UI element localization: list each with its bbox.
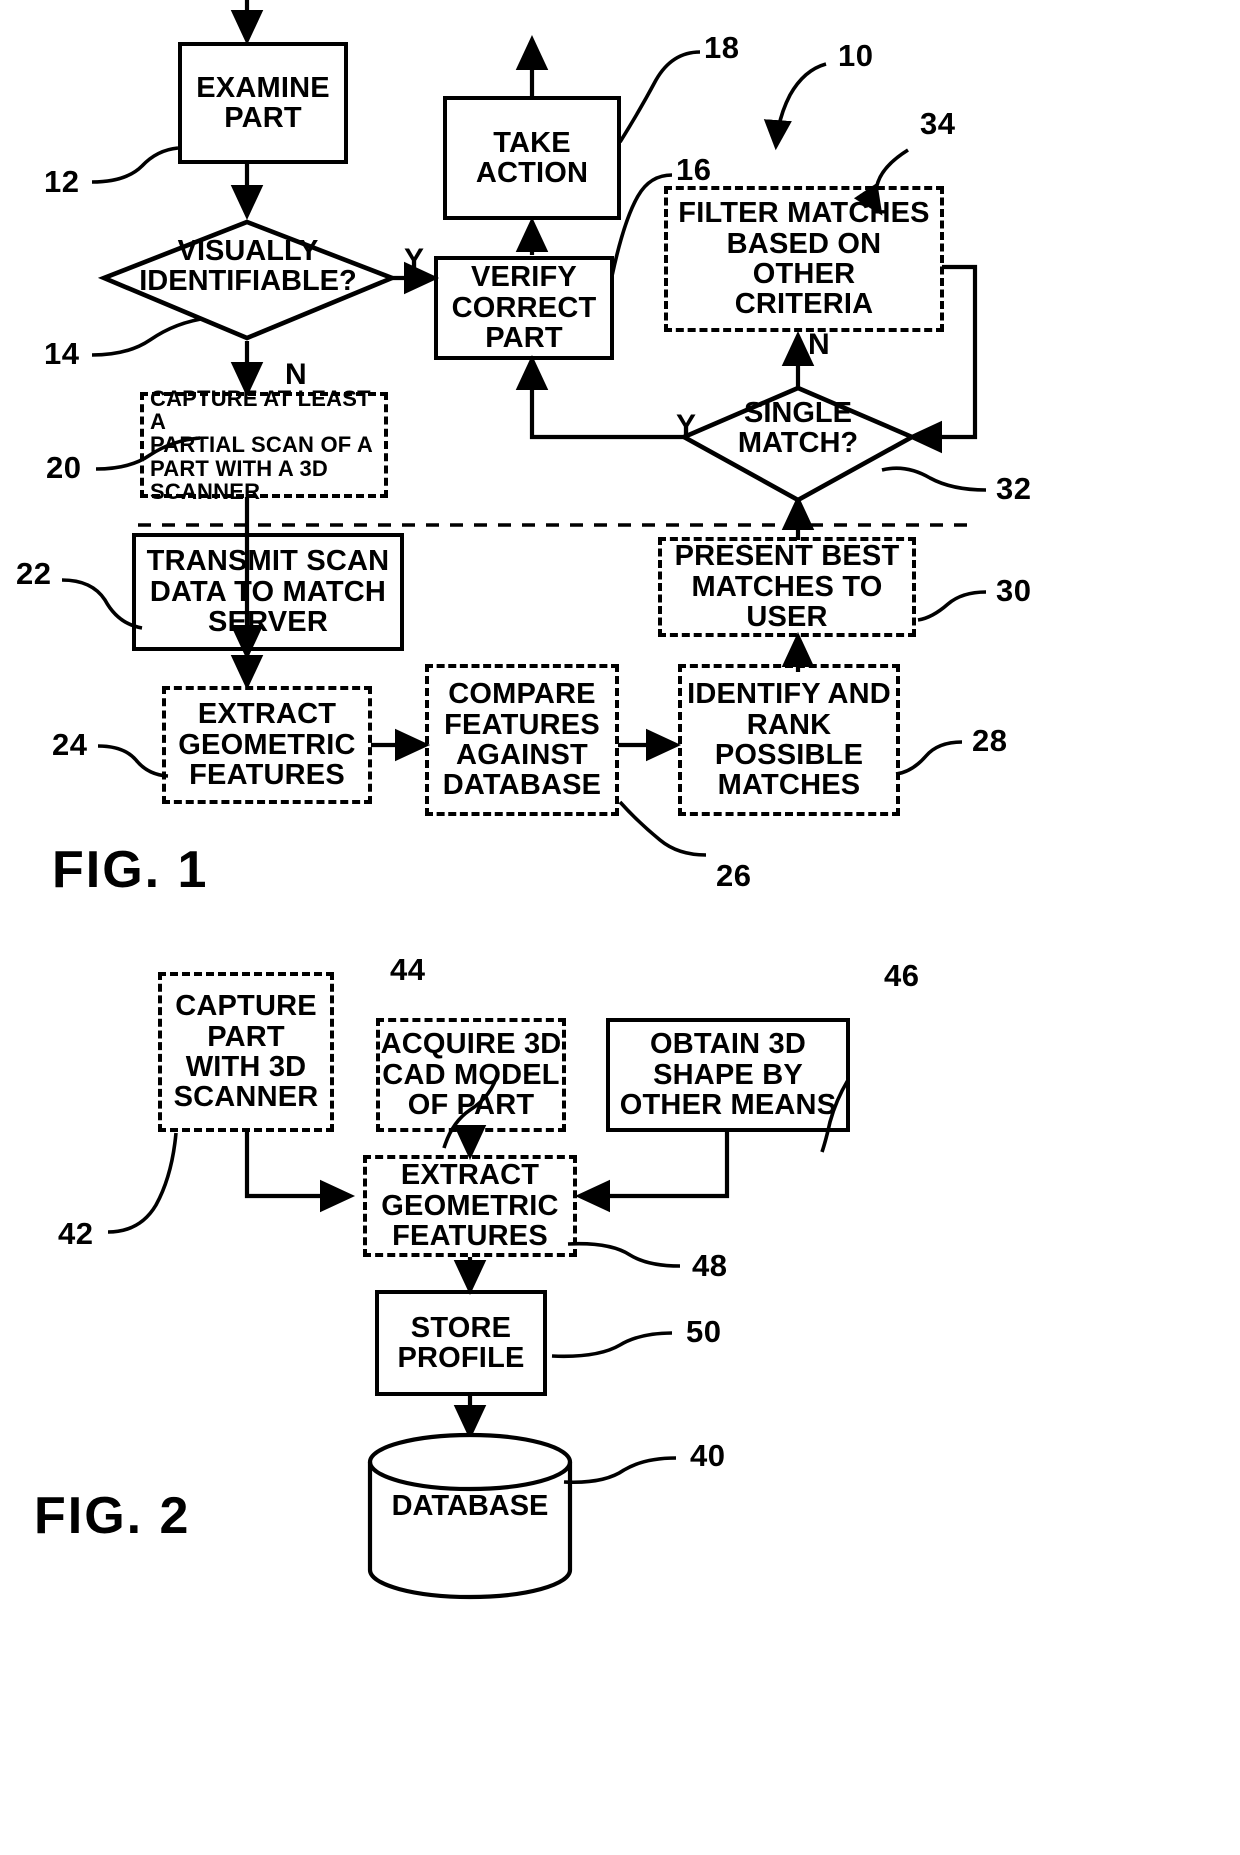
- ref-46: 46: [884, 958, 920, 993]
- node-identify-and-rank-label: IDENTIFY AND RANK POSSIBLE MATCHES: [687, 678, 891, 802]
- node-take-action-label: TAKE ACTION: [475, 126, 589, 189]
- node-capture-partial-scan[interactable]: CAPTURE AT LEAST A PARTIAL SCAN OF A PART …: [140, 387, 388, 503]
- patent-drawing-sheet: EXAMINE PART VISUALLY IDENTIFIABLE? VERIFY…: [0, 0, 1240, 1855]
- leader-50: [551, 1331, 673, 1359]
- leader-28: [895, 740, 963, 776]
- leader-42: [107, 1132, 178, 1234]
- node-acquire-3d-cad-model[interactable]: ACQUIRE 3D CAD MODEL OF PART: [376, 1018, 566, 1132]
- node-filter-matches[interactable]: FILTER MATCHES BASED ON OTHER CRITERIA: [664, 186, 944, 332]
- leader-48: [567, 1241, 681, 1268]
- node-compare-features-label: COMPARE FEATURES AGAINST DATABASE: [442, 678, 602, 802]
- node-present-best-matches-label: PRESENT BEST MATCHES TO USER: [674, 540, 900, 634]
- node-take-action[interactable]: TAKE ACTION: [443, 96, 621, 220]
- leader-12: [91, 146, 179, 184]
- ref-10: 10: [838, 38, 874, 73]
- node-capture-partial-scan-label: CAPTURE AT LEAST A PARTIAL SCAN OF A PART …: [150, 386, 373, 504]
- node-database-label-wrap: DATABASE: [370, 1490, 570, 1523]
- ref-26: 26: [716, 858, 752, 893]
- arrow-obtain-to-extract-f2: [574, 1131, 730, 1213]
- leader-10: [763, 62, 827, 151]
- node-acquire-3d-cad-model-label: ACQUIRE 3D CAD MODEL OF PART: [380, 1028, 562, 1122]
- node-store-profile-label: STORE PROFILE: [397, 1311, 525, 1374]
- ref-40: 40: [690, 1438, 726, 1473]
- edge-label-visually-no: N: [285, 358, 308, 391]
- leader-18: [618, 50, 701, 143]
- node-obtain-3d-shape-other-means[interactable]: OBTAIN 3D SHAPE BY OTHER MEANS: [606, 1018, 850, 1132]
- node-extract-geometric-features-f2[interactable]: EXTRACT GEOMETRIC FEATURES: [363, 1155, 577, 1257]
- leader-40: [563, 1456, 677, 1485]
- node-extract-geometric-features-f1[interactable]: EXTRACT GEOMETRIC FEATURES: [162, 686, 372, 804]
- ref-16: 16: [676, 152, 712, 187]
- arrow-single-yes-to-verify: [515, 354, 684, 440]
- edge-label-single-no: N: [808, 328, 831, 361]
- node-transmit-scan-data-label: TRANSMIT SCAN DATA TO MATCH SERVER: [146, 545, 390, 639]
- node-single-match-label: SINGLE MATCH?: [737, 397, 859, 460]
- node-obtain-3d-shape-label: OBTAIN 3D SHAPE BY OTHER MEANS: [619, 1028, 837, 1122]
- node-visually-identifiable-label-wrap: VISUALLY IDENTIFIABLE?: [110, 236, 386, 297]
- node-store-profile[interactable]: STORE PROFILE: [375, 1290, 547, 1396]
- ref-44: 44: [390, 952, 426, 987]
- node-extract-geometric-features-f1-label: EXTRACT GEOMETRIC FEATURES: [178, 698, 356, 792]
- leader-22: [61, 578, 143, 630]
- ref-34: 34: [920, 106, 956, 141]
- ref-50: 50: [686, 1314, 722, 1349]
- ref-28: 28: [972, 723, 1008, 758]
- leader-14: [91, 316, 209, 357]
- node-verify-correct-part[interactable]: VERIFY CORRECT PART: [434, 256, 614, 360]
- node-transmit-scan-data[interactable]: TRANSMIT SCAN DATA TO MATCH SERVER: [132, 533, 404, 651]
- arrow-capture-to-extract-f2: [244, 1131, 356, 1213]
- node-single-match-label-wrap: SINGLE MATCH?: [700, 398, 896, 459]
- ref-48: 48: [692, 1248, 728, 1283]
- figure-1-caption: FIG. 1: [52, 841, 209, 899]
- node-examine-part-label: EXAMINE PART: [196, 71, 330, 134]
- node-compare-features-against-database[interactable]: COMPARE FEATURES AGAINST DATABASE: [425, 664, 619, 816]
- leader-30: [917, 590, 987, 622]
- ref-24: 24: [52, 727, 88, 762]
- node-present-best-matches[interactable]: PRESENT BEST MATCHES TO USER: [658, 537, 916, 637]
- node-database-label: DATABASE: [391, 1490, 549, 1522]
- ref-18: 18: [704, 30, 740, 65]
- edge-label-single-yes: Y: [676, 409, 697, 442]
- node-verify-correct-part-label: VERIFY CORRECT PART: [451, 261, 597, 355]
- ref-14: 14: [44, 336, 80, 371]
- ref-12: 12: [44, 164, 80, 199]
- node-capture-part-with-3d-scanner[interactable]: CAPTURE PART WITH 3D SCANNER: [158, 972, 334, 1132]
- ref-20: 20: [46, 450, 82, 485]
- leader-16: [610, 173, 673, 277]
- node-examine-part[interactable]: EXAMINE PART: [178, 42, 348, 164]
- ref-22: 22: [16, 556, 52, 591]
- ref-30: 30: [996, 573, 1032, 608]
- figure-2-caption: FIG. 2: [34, 1487, 191, 1545]
- ref-42: 42: [58, 1216, 94, 1251]
- ref-32: 32: [996, 471, 1032, 506]
- leader-24: [97, 744, 169, 778]
- node-filter-matches-label: FILTER MATCHES BASED ON OTHER CRITERIA: [678, 197, 930, 321]
- node-visually-identifiable-label: VISUALLY IDENTIFIABLE?: [139, 235, 357, 298]
- node-identify-and-rank-matches[interactable]: IDENTIFY AND RANK POSSIBLE MATCHES: [678, 664, 900, 816]
- node-capture-part-label: CAPTURE PART WITH 3D SCANNER: [173, 990, 319, 1114]
- leader-32: [881, 466, 987, 492]
- edge-label-visually-yes: Y: [404, 243, 425, 276]
- node-extract-geometric-features-f2-label: EXTRACT GEOMETRIC FEATURES: [381, 1159, 559, 1253]
